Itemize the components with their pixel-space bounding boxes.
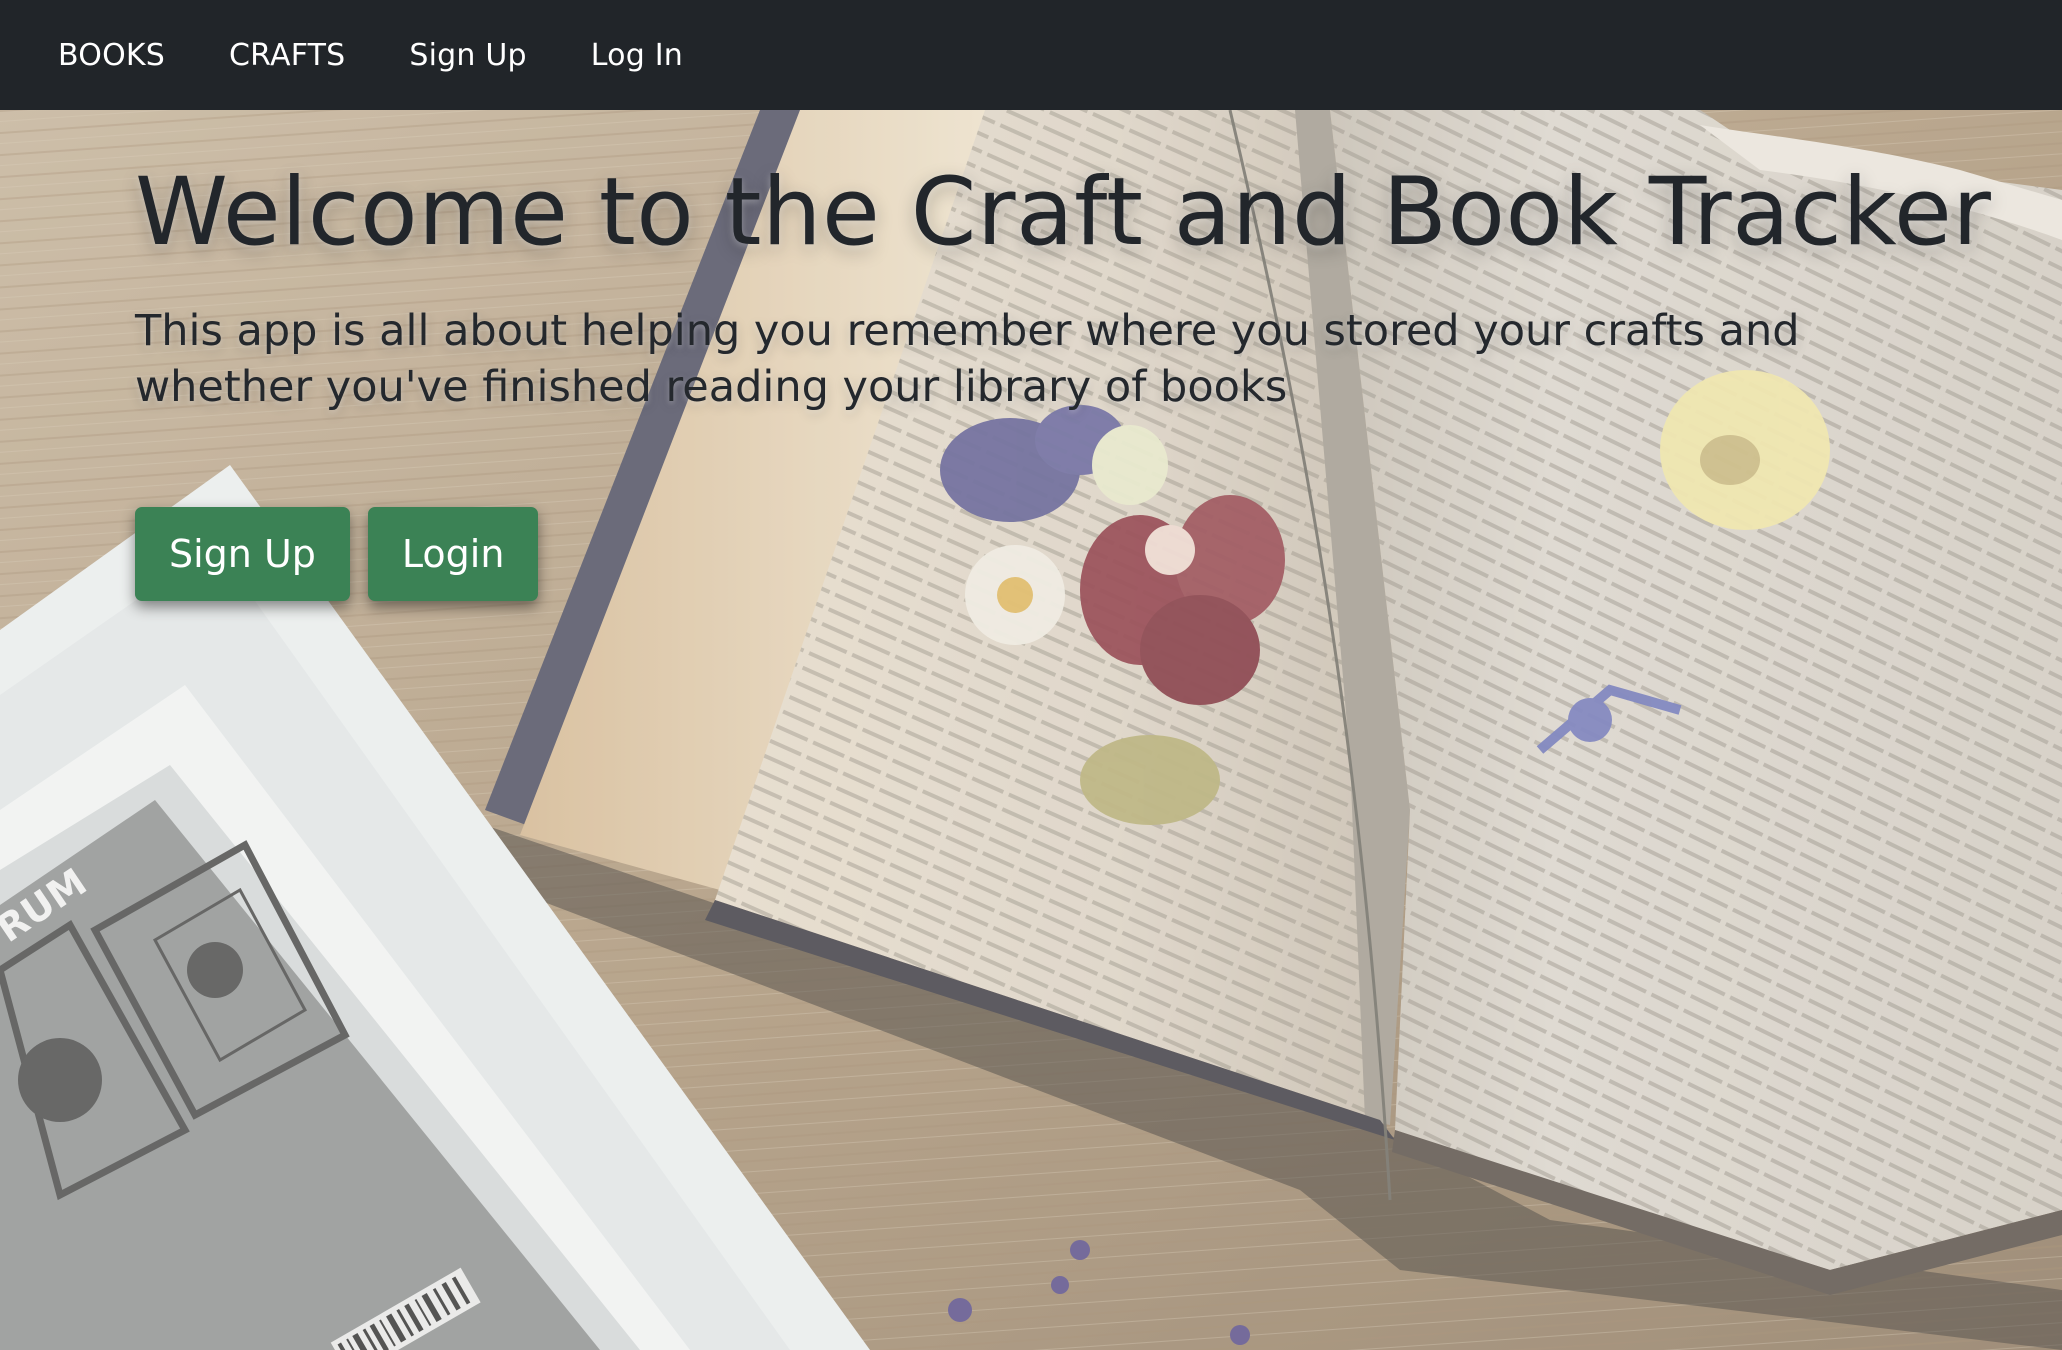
signup-button[interactable]: Sign Up bbox=[135, 507, 350, 602]
login-button[interactable]: Login bbox=[367, 507, 539, 602]
top-navbar: BOOKS CRAFTS Sign Up Log In bbox=[0, 0, 2062, 110]
nav-crafts[interactable]: CRAFTS bbox=[229, 38, 345, 73]
hero-lead: This app is all about helping you rememb… bbox=[135, 306, 1800, 413]
nav-signup[interactable]: Sign Up bbox=[409, 38, 526, 73]
hero-title: Welcome to the Craft and Book Tracker bbox=[135, 158, 1992, 267]
nav-login[interactable]: Log In bbox=[591, 38, 683, 73]
hero-actions: Sign Up Login bbox=[135, 507, 1955, 602]
hero-content: Welcome to the Craft and Book Tracker Th… bbox=[135, 158, 1992, 602]
nav-books[interactable]: BOOKS bbox=[58, 38, 165, 73]
hero-section: RUM Welcome to the Craft and Book Tracke… bbox=[0, 110, 2062, 1350]
